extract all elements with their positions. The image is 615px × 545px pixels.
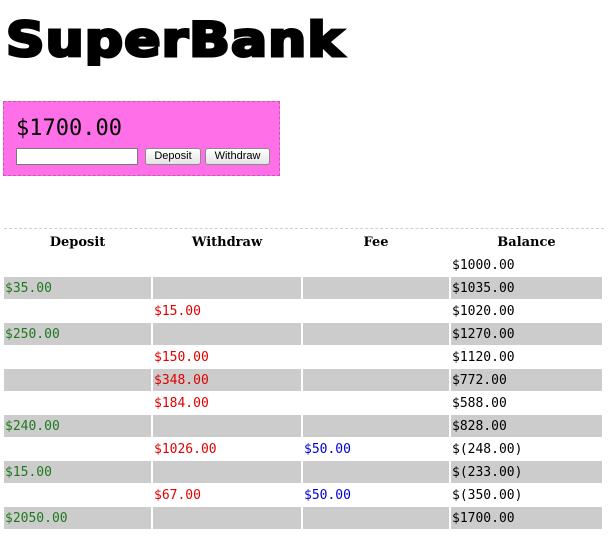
- amount-input[interactable]: [16, 148, 138, 165]
- withdraw-cell: [153, 277, 301, 299]
- table-row: $250.00 $1270.00: [4, 323, 602, 345]
- fee-cell: [303, 369, 449, 391]
- fee-cell: [303, 507, 449, 529]
- logo-text: SuperBank: [6, 13, 345, 66]
- balance-cell: $1120.00: [452, 349, 515, 365]
- balance-cell: $(248.00): [452, 441, 523, 457]
- withdraw-cell: $1026.00: [154, 441, 217, 457]
- table-row: $1026.00 $50.00 $(248.00): [4, 438, 602, 460]
- fee-cell: [303, 300, 449, 322]
- balance-cell: $588.00: [452, 395, 507, 411]
- withdraw-cell: $184.00: [154, 395, 209, 411]
- withdraw-cell: [153, 323, 301, 345]
- deposit-cell: [4, 346, 151, 368]
- withdraw-cell: $150.00: [154, 349, 209, 365]
- deposit-cell: [4, 369, 151, 391]
- deposit-cell: [4, 300, 151, 322]
- fee-cell: [303, 277, 449, 299]
- deposit-cell: [4, 484, 151, 506]
- table-row: $150.00 $1120.00: [4, 346, 602, 368]
- withdraw-button[interactable]: Withdraw: [205, 148, 270, 165]
- deposit-button[interactable]: Deposit: [145, 148, 201, 165]
- fee-cell: [303, 254, 449, 276]
- withdraw-cell: $15.00: [154, 303, 201, 319]
- table-row: $240.00 $828.00: [4, 415, 602, 437]
- table-row: $2050.00 $1700.00: [4, 507, 602, 529]
- withdraw-cell: [153, 415, 301, 437]
- fee-cell: $50.00: [304, 487, 351, 503]
- withdraw-cell: [153, 461, 301, 483]
- table-row: $1000.00: [4, 254, 602, 276]
- column-header-withdraw: Withdraw: [191, 234, 263, 250]
- withdraw-cell: [153, 507, 301, 529]
- balance-cell: $1000.00: [452, 257, 515, 273]
- balance-cell: $1035.00: [451, 277, 602, 299]
- balance-cell: $828.00: [451, 415, 602, 437]
- deposit-cell: $35.00: [4, 277, 151, 299]
- account-panel: $1700.00 Deposit Withdraw: [3, 101, 280, 176]
- deposit-cell: $2050.00: [4, 507, 151, 529]
- balance-cell: $(350.00): [452, 487, 523, 503]
- current-balance: $1700.00: [16, 116, 122, 141]
- deposit-cell: $240.00: [4, 415, 151, 437]
- table-row: $35.00 $1035.00: [4, 277, 602, 299]
- deposit-cell: $15.00: [4, 461, 151, 483]
- fee-cell: [303, 346, 449, 368]
- balance-cell: $1700.00: [451, 507, 602, 529]
- withdraw-cell: $67.00: [154, 487, 201, 503]
- section-divider: [4, 228, 604, 229]
- transaction-table: Deposit Withdraw Fee Balance $1000.00 $3…: [2, 230, 604, 530]
- table-row: $184.00 $588.00: [4, 392, 602, 414]
- fee-cell: [303, 392, 449, 414]
- table-row: $15.00 $1020.00: [4, 300, 602, 322]
- fee-cell: [303, 415, 449, 437]
- table-row: $67.00 $50.00 $(350.00): [4, 484, 602, 506]
- column-header-balance: Balance: [497, 234, 556, 250]
- balance-cell: $1270.00: [451, 323, 602, 345]
- balance-cell: $(233.00): [451, 461, 602, 483]
- fee-cell: [303, 461, 449, 483]
- superbank-logo: SuperBank: [6, 6, 356, 67]
- table-row: $348.00 $772.00: [4, 369, 602, 391]
- column-header-deposit: Deposit: [49, 234, 106, 250]
- withdraw-cell: [153, 254, 301, 276]
- table-row: $15.00 $(233.00): [4, 461, 602, 483]
- deposit-cell: [4, 392, 151, 414]
- deposit-cell: [4, 254, 151, 276]
- deposit-cell: [4, 438, 151, 460]
- superbank-logo-art: SuperBank: [6, 12, 345, 67]
- balance-cell: $772.00: [451, 369, 602, 391]
- balance-cell: $1020.00: [452, 303, 515, 319]
- withdraw-cell: $348.00: [153, 369, 301, 391]
- fee-cell: $50.00: [304, 441, 351, 457]
- column-header-fee: Fee: [363, 234, 389, 250]
- deposit-cell: $250.00: [4, 323, 151, 345]
- table-header-row: Deposit Withdraw Fee Balance: [4, 231, 602, 253]
- fee-cell: [303, 323, 449, 345]
